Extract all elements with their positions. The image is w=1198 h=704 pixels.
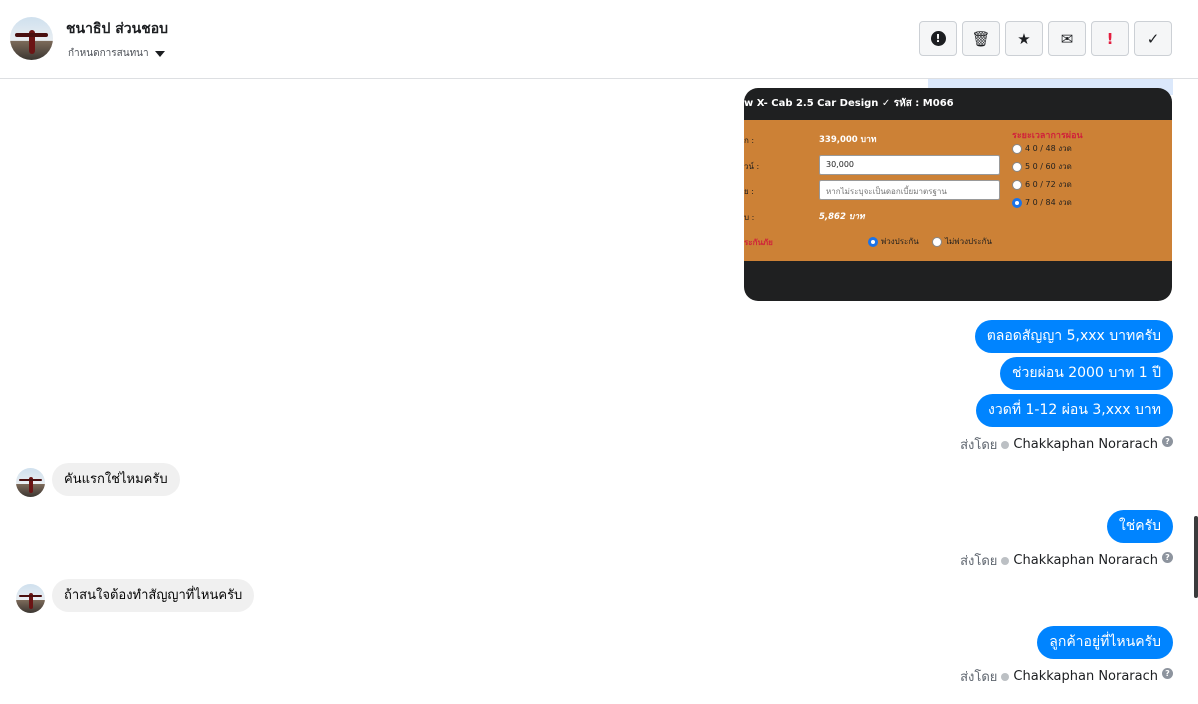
insurance-option-label: ไม่พ่วงประกัน [945,237,992,246]
verified-icon [1001,440,1010,449]
insurance-label: ระกันภัย [744,238,773,247]
mark-unread-icon: ✉ [1060,29,1074,48]
sent-by-prefix: ส่งโดย [960,438,998,453]
delete-button[interactable]: 🗑 [962,21,1000,56]
radio-selected-icon [868,236,878,247]
price-value: 339,000 บาท [819,135,877,145]
period-option: 4 0 / 48 งวด [1012,142,1072,155]
period-option: 5 0 / 60 งวด [1012,160,1072,173]
down-payment-field: 30,000 [819,155,1000,175]
period-option: 6 0 / 72 งวด [1012,178,1072,191]
period-option-label: 7 0 / 84 งวด [1025,198,1072,207]
verified-icon [1001,672,1010,681]
image-title: w X- Cab 2.5 Car Design ✓ รหัส : M066 [744,98,954,109]
period-option-label: 6 0 / 72 งวด [1025,180,1072,189]
action-toolbar: ! 🗑 ★ ✉ ! ✓ [919,21,1172,56]
period-option-label: 5 0 / 60 งวด [1025,162,1072,171]
important-icon: ! [1106,29,1114,48]
sent-by-row: ส่งโดย Chakkaphan Norarach [960,550,1158,571]
outgoing-message[interactable]: ใช่ครับ [1106,510,1173,543]
contact-avatar[interactable] [10,17,53,60]
radio-icon [1012,143,1022,154]
outgoing-message[interactable]: ตลอดสัญญา 5,xxx บาทครับ [974,320,1173,353]
agent-name[interactable]: Chakkaphan Norarach [1013,553,1158,568]
interest-field: หากไม่ระบุจะเป็นดอกเบี้ยมาตรฐาน [819,180,1000,200]
shared-image-message[interactable]: w X- Cab 2.5 Car Design ✓ รหัส : M066 ก … [744,88,1172,301]
report-button[interactable]: ! [919,21,957,56]
radio-selected-icon [1012,197,1022,208]
scrollbar-thumb[interactable] [1194,516,1198,598]
incoming-message[interactable]: คันแรกใช่ไหมครับ [52,463,180,496]
star-button[interactable]: ★ [1005,21,1043,56]
radio-icon [932,236,942,247]
help-icon[interactable]: ? [1162,668,1173,679]
contact-avatar-small[interactable] [16,468,45,497]
radio-icon [1012,161,1022,172]
caret-down-icon [154,50,165,57]
price-label: ก : [744,136,755,145]
down-payment-label: วน์ : [744,162,760,171]
star-icon: ★ [1017,29,1031,48]
conversation-label: กำหนดการสนทนา [68,48,149,59]
sent-by-row: ส่งโดย Chakkaphan Norarach [960,434,1158,455]
sent-by-prefix: ส่งโดย [960,554,998,569]
report-icon: ! [930,31,946,46]
period-option-label: 4 0 / 48 งวด [1025,144,1072,153]
insurance-option-selected: พ่วงประกัน [868,235,919,248]
installment-value: 5,862 บาท [819,212,865,222]
contact-avatar-small[interactable] [16,584,45,613]
conversation-label-dropdown[interactable]: กำหนดการสนทนา [68,46,165,61]
help-icon[interactable]: ? [1162,436,1173,447]
important-button[interactable]: ! [1091,21,1129,56]
loan-calculator-form: ก : 339,000 บาท วน์ : 30,000 ย : หากไม่ร… [744,120,1172,261]
mark-unread-button[interactable]: ✉ [1048,21,1086,56]
verified-icon [1001,556,1010,565]
outgoing-message[interactable]: งวดที่ 1-12 ผ่อน 3,xxx บาท [976,394,1173,427]
period-option-selected: 7 0 / 84 งวด [1012,196,1072,209]
agent-name[interactable]: Chakkaphan Norarach [1013,437,1158,452]
conversation-header: ชนาธิป ส่วนชอบ กำหนดการสนทนา ! 🗑 ★ ✉ ! ✓ [0,0,1198,79]
sent-by-prefix: ส่งโดย [960,670,998,685]
insurance-option: ไม่พ่วงประกัน [932,235,992,248]
outgoing-message[interactable]: ลูกค้าอยู่ที่ไหนครับ [1037,626,1173,659]
outgoing-message[interactable]: ช่วยผ่อน 2000 บาท 1 ปี [1000,357,1173,390]
help-icon[interactable]: ? [1162,552,1173,563]
sent-by-row: ส่งโดย Chakkaphan Norarach [960,666,1158,687]
insurance-option-label: พ่วงประกัน [881,237,919,246]
trash-icon: 🗑 [971,29,991,48]
installment-label: บ : [744,213,755,222]
radio-icon [1012,179,1022,190]
checkmark-icon: ✓ [1146,29,1160,48]
agent-name[interactable]: Chakkaphan Norarach [1013,669,1158,684]
contact-name[interactable]: ชนาธิป ส่วนชอบ [66,18,168,40]
interest-label: ย : [744,187,754,196]
done-button[interactable]: ✓ [1134,21,1172,56]
incoming-message[interactable]: ถ้าสนใจต้องทำสัญญาที่ไหนครับ [52,579,255,612]
period-heading: ระยะเวลาการผ่อน [1012,131,1083,141]
